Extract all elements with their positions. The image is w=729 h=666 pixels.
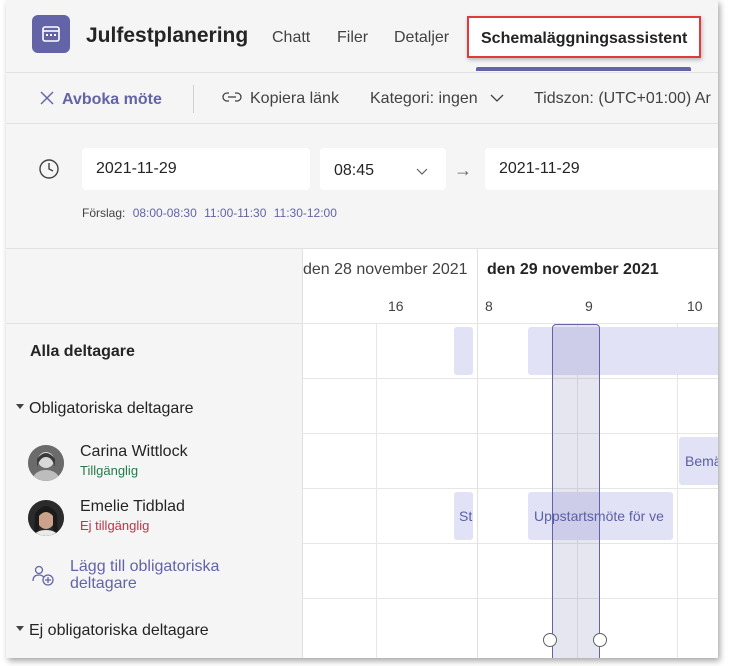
avatar (28, 500, 64, 536)
tab-scheduling-assistant-label: Schemaläggningsassistent (481, 30, 688, 47)
start-date-value: 2021-11-29 (96, 160, 177, 177)
required-group-toggle[interactable]: Obligatoriska deltagare (16, 400, 194, 418)
suggestions: Förslag: 08:00-08:30 11:00-11:30 11:30-1… (82, 206, 337, 220)
divider (6, 323, 303, 324)
selected-time-slot[interactable] (552, 324, 600, 658)
event-block[interactable]: Bemä (679, 437, 718, 485)
start-time-dropdown[interactable]: 08:45 (320, 148, 446, 190)
attendee-column: Alla deltagare Obligatoriska deltagare C… (6, 249, 303, 658)
attendee-name: Emelie Tidblad (80, 498, 185, 515)
attendee-status: Ej tillgänglig (80, 518, 150, 533)
required-group-label: Obligatoriska deltagare (29, 400, 194, 417)
tab-scheduling-assistant[interactable]: Schemaläggningsassistent (467, 16, 701, 58)
divider (303, 323, 718, 324)
active-tab-indicator (476, 67, 691, 71)
toolbar: Avboka möte Kopiera länk Kategori: ingen… (6, 72, 718, 124)
resize-handle-start[interactable] (543, 633, 557, 647)
suggestion-link[interactable]: 11:00-11:30 (204, 206, 266, 220)
attendee-name: Carina Wittlock (80, 443, 188, 460)
copy-link-button[interactable]: Kopiera länk (222, 90, 339, 108)
tab-chat[interactable]: Chatt (272, 29, 310, 47)
category-label: Kategori: ingen (370, 90, 478, 107)
caret-down-icon (16, 626, 24, 632)
end-date-value: 2021-11-29 (499, 160, 580, 177)
arrow-right-icon: → (454, 160, 472, 180)
optional-group-label: Ej obligatoriska deltagare (29, 622, 209, 639)
avatar (28, 445, 64, 481)
previous-date-header: den 28 november 2021 (303, 261, 468, 278)
schedule-grid: Alla deltagare Obligatoriska deltagare C… (6, 248, 718, 658)
suggestions-label: Förslag: (82, 206, 126, 220)
add-people-icon (32, 565, 54, 586)
hour-label: 8 (485, 298, 493, 314)
toolbar-divider (193, 85, 194, 113)
event-title: St (459, 508, 473, 524)
meeting-title: Julfestplanering (86, 24, 249, 47)
day-divider (477, 249, 478, 658)
datetime-row: 2021-11-29 08:45 → 2021-11-29 Förslag: 0… (6, 124, 718, 248)
timezone-dropdown[interactable]: Tidszon: (UTC+01:00) Ar (534, 90, 711, 108)
close-icon (40, 91, 54, 105)
hour-label: 16 (388, 298, 404, 314)
copy-link-label: Kopiera länk (250, 90, 339, 107)
divider (303, 488, 718, 489)
end-date-field[interactable]: 2021-11-29 (485, 148, 718, 190)
app-window: Julfestplanering Chatt Filer Detaljer Sc… (6, 0, 718, 658)
clock-icon (39, 159, 59, 179)
cancel-meeting-button[interactable]: Avboka möte (40, 90, 162, 109)
caret-down-icon (16, 404, 24, 410)
chevron-down-icon (416, 168, 428, 175)
link-icon (222, 92, 242, 102)
hour-label: 9 (585, 298, 593, 314)
divider (303, 433, 718, 434)
timeline[interactable]: den 28 november 2021 den 29 november 202… (303, 249, 718, 658)
suggestion-link[interactable]: 11:30-12:00 (274, 206, 337, 220)
category-dropdown[interactable]: Kategori: ingen (370, 90, 504, 108)
cancel-meeting-label: Avboka möte (62, 91, 162, 108)
current-date-header: den 29 november 2021 (487, 261, 659, 278)
optional-group-toggle[interactable]: Ej obligatoriska deltagare (16, 622, 209, 640)
chevron-down-icon (490, 94, 504, 102)
event-block[interactable]: St (454, 492, 473, 540)
tab-files[interactable]: Filer (337, 29, 368, 47)
gridline (376, 323, 377, 658)
header: Julfestplanering Chatt Filer Detaljer Sc… (6, 0, 718, 72)
hour-label: 10 (687, 298, 703, 314)
start-time-value: 08:45 (334, 162, 375, 179)
suggestion-link[interactable]: 08:00-08:30 (133, 206, 197, 220)
event-title: Bemä (685, 453, 718, 469)
busy-block (454, 327, 473, 375)
divider (303, 378, 718, 379)
add-required-label-line1: Lägg till obligatoriska (70, 558, 220, 575)
divider (303, 598, 718, 599)
calendar-app-icon (32, 15, 70, 53)
event-block[interactable]: Uppstartsmöte för ve (528, 492, 673, 540)
tab-details[interactable]: Detaljer (394, 29, 449, 47)
all-attendees-label: Alla deltagare (30, 343, 135, 360)
add-required-label-line2: deltagare (70, 575, 137, 592)
resize-handle-end[interactable] (593, 633, 607, 647)
start-date-field[interactable]: 2021-11-29 (82, 148, 310, 190)
add-required-attendees-label: Lägg till obligatoriska deltagare (70, 558, 219, 592)
divider (303, 543, 718, 544)
attendee-status: Tillgänglig (80, 463, 139, 478)
